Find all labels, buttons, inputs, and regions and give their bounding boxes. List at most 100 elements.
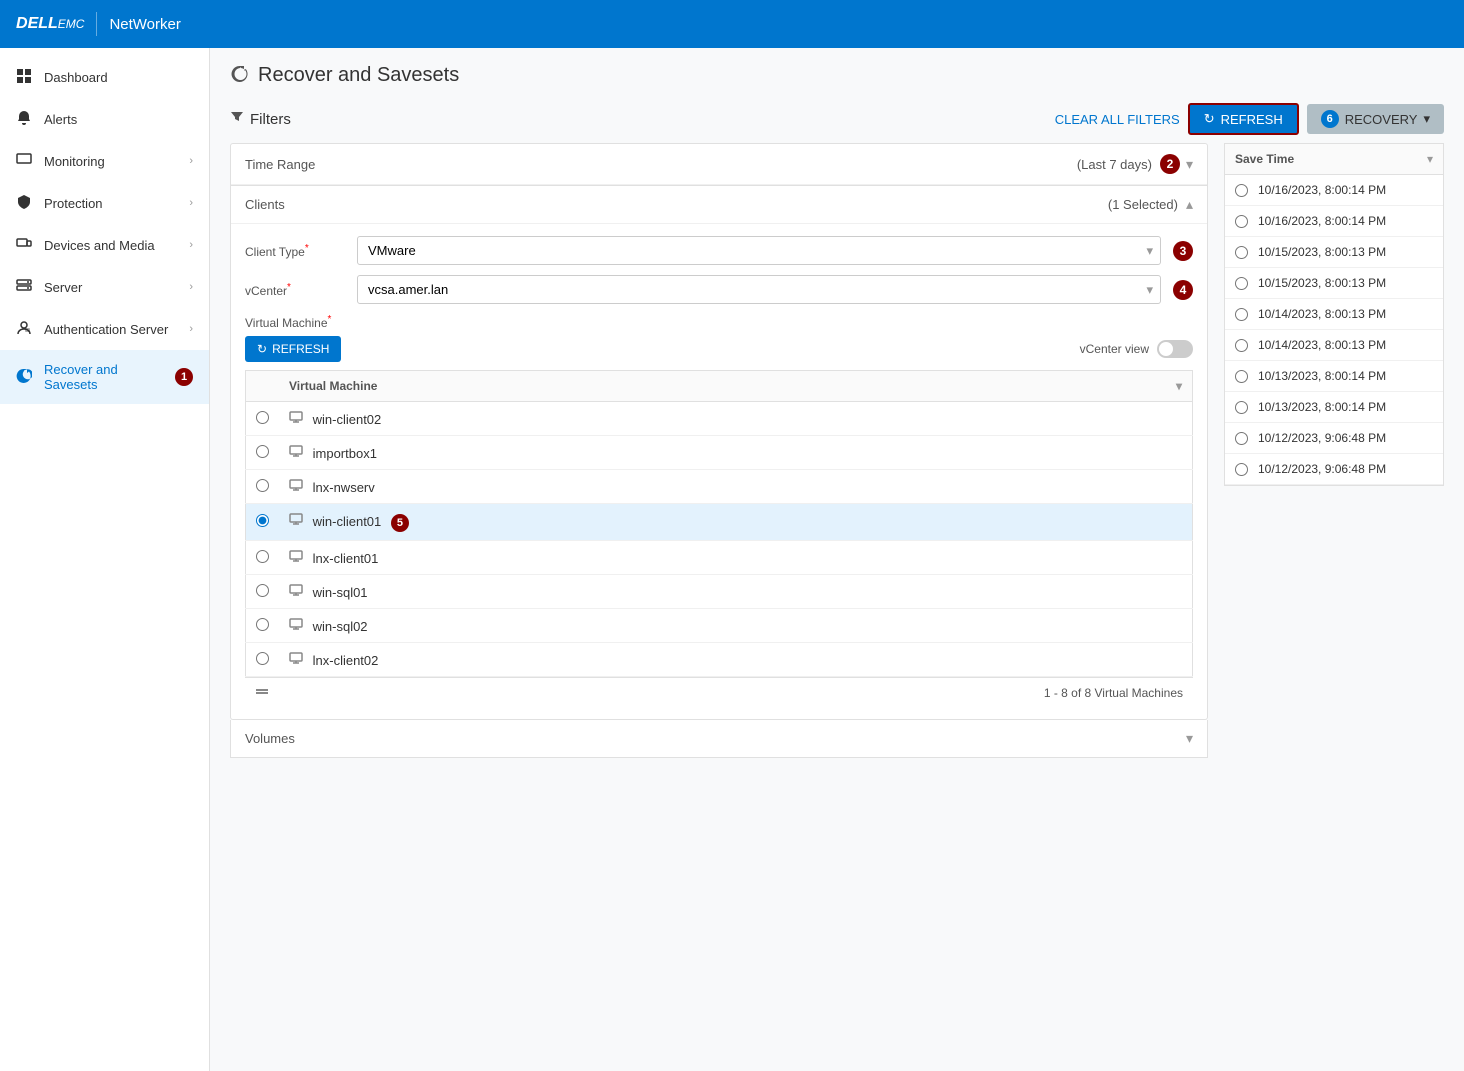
volumes-label: Volumes bbox=[245, 731, 1186, 746]
recover-icon bbox=[16, 368, 34, 386]
save-time-radio[interactable] bbox=[1235, 463, 1248, 476]
chevron-right-icon: › bbox=[189, 239, 193, 251]
vm-name-cell: win-sql01 bbox=[279, 575, 1193, 609]
sidebar-item-label: Dashboard bbox=[44, 70, 193, 85]
bell-icon bbox=[16, 110, 34, 128]
sidebar-item-server[interactable]: Server › bbox=[0, 266, 209, 308]
save-time-radio[interactable] bbox=[1235, 246, 1248, 259]
save-time-row[interactable]: 10/13/2023, 8:00:14 PM bbox=[1225, 392, 1443, 423]
save-time-radio[interactable] bbox=[1235, 308, 1248, 321]
column-resize-icon bbox=[255, 684, 269, 701]
chevron-right-icon: › bbox=[189, 323, 193, 335]
radio-cell[interactable] bbox=[246, 575, 280, 609]
table-row[interactable]: lnx-client01 bbox=[246, 541, 1193, 575]
clients-label: Clients bbox=[245, 197, 1108, 212]
save-time-row[interactable]: 10/14/2023, 8:00:13 PM bbox=[1225, 330, 1443, 361]
save-time-radio[interactable] bbox=[1235, 370, 1248, 383]
sidebar-item-devices-and-media[interactable]: Devices and Media › bbox=[0, 224, 209, 266]
filter-column-icon[interactable]: ▾ bbox=[1176, 379, 1182, 393]
vm-icon bbox=[289, 551, 307, 566]
save-time-row[interactable]: 10/12/2023, 9:06:48 PM bbox=[1225, 423, 1443, 454]
clients-filter-header[interactable]: Clients (1 Selected) ▴ bbox=[231, 186, 1207, 224]
table-row[interactable]: win-client02 bbox=[246, 402, 1193, 436]
topbar-actions: CLEAR ALL FILTERS ↻ REFRESH 6 RECOVERY ▾ bbox=[1055, 103, 1444, 135]
auth-icon bbox=[16, 320, 34, 338]
sidebar-item-recover-and-savesets[interactable]: Recover and Savesets 1 bbox=[0, 350, 209, 404]
vm-radio-win-client02[interactable] bbox=[256, 411, 269, 424]
save-time-value: 10/15/2023, 8:00:13 PM bbox=[1258, 276, 1386, 290]
chevron-down-icon: ▾ bbox=[1423, 111, 1430, 127]
vm-badge: 5 bbox=[391, 514, 409, 532]
vm-refresh-button[interactable]: ↻ REFRESH bbox=[245, 336, 341, 362]
chevron-right-icon: › bbox=[189, 155, 193, 167]
app-name: NetWorker bbox=[109, 16, 180, 33]
recovery-count-badge: 6 bbox=[1321, 110, 1339, 128]
radio-cell[interactable] bbox=[246, 402, 280, 436]
save-time-row[interactable]: 10/16/2023, 8:00:14 PM bbox=[1225, 175, 1443, 206]
vcenter-badge: 4 bbox=[1173, 280, 1193, 300]
save-time-value: 10/14/2023, 8:00:13 PM bbox=[1258, 307, 1386, 321]
vm-radio-lnx-client02[interactable] bbox=[256, 652, 269, 665]
radio-cell[interactable] bbox=[246, 609, 280, 643]
sidebar-item-dashboard[interactable]: Dashboard bbox=[0, 56, 209, 98]
vm-radio-importbox1[interactable] bbox=[256, 445, 269, 458]
sidebar-item-protection[interactable]: Protection › bbox=[0, 182, 209, 224]
save-time-row[interactable]: 10/13/2023, 8:00:14 PM bbox=[1225, 361, 1443, 392]
save-time-radio[interactable] bbox=[1235, 277, 1248, 290]
save-time-row[interactable]: 10/16/2023, 8:00:14 PM bbox=[1225, 206, 1443, 237]
vcenter-select[interactable]: vcsa.amer.lan bbox=[357, 275, 1161, 304]
vm-count-text: 1 - 8 of 8 Virtual Machines bbox=[1044, 686, 1183, 700]
vm-radio-lnx-client01[interactable] bbox=[256, 550, 269, 563]
time-range-filter-row[interactable]: Time Range (Last 7 days) 2 ▾ bbox=[231, 144, 1207, 185]
sidebar: Dashboard Alerts Monitoring › Protection… bbox=[0, 48, 210, 1071]
sidebar-item-label: Authentication Server bbox=[44, 322, 179, 337]
recovery-button[interactable]: 6 RECOVERY ▾ bbox=[1307, 104, 1444, 134]
table-row[interactable]: win-sql01 bbox=[246, 575, 1193, 609]
sidebar-badge: 1 bbox=[175, 368, 193, 386]
table-row[interactable]: lnx-nwserv bbox=[246, 470, 1193, 504]
save-time-radio[interactable] bbox=[1235, 215, 1248, 228]
client-type-select[interactable]: VMware Physical NAS bbox=[357, 236, 1161, 265]
virtual-machine-section: Virtual Machine* ↻ REFRESH vCent bbox=[245, 314, 1193, 707]
vcenter-view-switch[interactable] bbox=[1157, 340, 1193, 358]
table-header-radio bbox=[246, 371, 280, 402]
vm-radio-win-sql02[interactable] bbox=[256, 618, 269, 631]
radio-cell[interactable] bbox=[246, 541, 280, 575]
sidebar-item-alerts[interactable]: Alerts bbox=[0, 98, 209, 140]
table-row[interactable]: importbox1 bbox=[246, 436, 1193, 470]
save-time-row[interactable]: 10/12/2023, 9:06:48 PM bbox=[1225, 454, 1443, 485]
radio-cell[interactable] bbox=[246, 470, 280, 504]
radio-cell[interactable] bbox=[246, 436, 280, 470]
vm-name-text: win-client01 bbox=[313, 514, 382, 529]
clients-body: Client Type* VMware Physical NAS 3 bbox=[231, 224, 1207, 719]
save-time-radio[interactable] bbox=[1235, 184, 1248, 197]
vm-radio-win-sql01[interactable] bbox=[256, 584, 269, 597]
table-row[interactable]: lnx-client02 bbox=[246, 643, 1193, 677]
refresh-button[interactable]: ↻ REFRESH bbox=[1188, 103, 1299, 135]
monitor-icon bbox=[16, 152, 34, 170]
save-time-row[interactable]: 10/15/2023, 8:00:13 PM bbox=[1225, 268, 1443, 299]
main-content: Recover and Savesets Filters CLEAR ALL F… bbox=[210, 48, 1464, 1071]
save-time-value: 10/13/2023, 8:00:14 PM bbox=[1258, 369, 1386, 383]
sidebar-item-monitoring[interactable]: Monitoring › bbox=[0, 140, 209, 182]
save-time-filter-icon[interactable]: ▾ bbox=[1427, 152, 1433, 166]
page-title: Recover and Savesets bbox=[258, 64, 459, 87]
save-time-radio[interactable] bbox=[1235, 401, 1248, 414]
sidebar-item-authentication-server[interactable]: Authentication Server › bbox=[0, 308, 209, 350]
table-row[interactable]: win-client01 5 bbox=[246, 504, 1193, 541]
table-row[interactable]: win-sql02 bbox=[246, 609, 1193, 643]
devices-icon bbox=[16, 236, 34, 254]
radio-cell[interactable] bbox=[246, 504, 280, 541]
save-time-row[interactable]: 10/14/2023, 8:00:13 PM bbox=[1225, 299, 1443, 330]
clear-all-filters-button[interactable]: CLEAR ALL FILTERS bbox=[1055, 112, 1180, 127]
vm-radio-win-client01[interactable] bbox=[256, 514, 269, 527]
table-header-vm: Virtual Machine ▾ bbox=[279, 371, 1193, 402]
vm-radio-lnx-nwserv[interactable] bbox=[256, 479, 269, 492]
save-time-row[interactable]: 10/15/2023, 8:00:13 PM bbox=[1225, 237, 1443, 268]
vm-name-text: win-sql01 bbox=[313, 585, 368, 600]
save-time-radio[interactable] bbox=[1235, 432, 1248, 445]
client-type-row: Client Type* VMware Physical NAS 3 bbox=[245, 236, 1193, 265]
save-time-radio[interactable] bbox=[1235, 339, 1248, 352]
radio-cell[interactable] bbox=[246, 643, 280, 677]
volumes-filter-row[interactable]: Volumes ▾ bbox=[230, 720, 1208, 758]
